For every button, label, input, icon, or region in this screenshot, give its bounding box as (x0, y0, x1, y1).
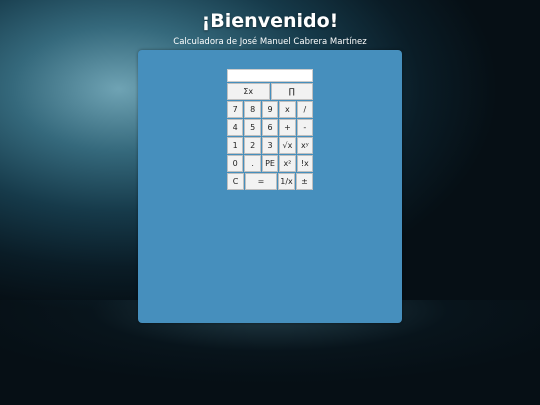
digit-7-button[interactable]: 7 (227, 101, 244, 118)
digit-3-button[interactable]: 3 (261, 137, 279, 154)
main-panel: Σx ∏ 7 8 9 x / 4 5 6 + - 1 2 3 √x xʸ 0 .… (138, 50, 402, 323)
equals-button[interactable]: = (245, 173, 277, 190)
decimal-point-button[interactable]: . (244, 155, 261, 172)
digit-9-button[interactable]: 9 (261, 101, 279, 118)
add-button[interactable]: + (279, 119, 296, 136)
multiply-button[interactable]: x (279, 101, 296, 118)
pe-button[interactable]: PE (261, 155, 279, 172)
clear-button[interactable]: C (227, 173, 244, 190)
keypad-row: 0 . PE x² !x (227, 155, 314, 172)
digit-2-button[interactable]: 2 (244, 137, 261, 154)
factorial-button[interactable]: !x (296, 155, 314, 172)
page-title: ¡Bienvenido! (201, 10, 339, 32)
keypad-row: 7 8 9 x / (227, 101, 314, 118)
keypad-row: 1 2 3 √x xʸ (227, 137, 314, 154)
square-button[interactable]: x² (279, 155, 296, 172)
digit-5-button[interactable]: 5 (244, 119, 261, 136)
digit-4-button[interactable]: 4 (227, 119, 244, 136)
keypad-row: C = 1/x ± (227, 173, 313, 190)
power-button[interactable]: xʸ (296, 137, 314, 154)
square-root-button[interactable]: √x (279, 137, 296, 154)
digit-6-button[interactable]: 6 (261, 119, 279, 136)
page-subtitle: Calculadora de José Manuel Cabrera Martí… (173, 37, 367, 47)
calculator: Σx ∏ 7 8 9 x / 4 5 6 + - 1 2 3 √x xʸ 0 .… (227, 69, 314, 191)
keypad-row: 4 5 6 + - (227, 119, 314, 136)
divide-button[interactable]: / (296, 101, 314, 118)
digit-0-button[interactable]: 0 (227, 155, 244, 172)
subtract-button[interactable]: - (296, 119, 314, 136)
keypad-row: Σx ∏ (227, 83, 313, 100)
digit-8-button[interactable]: 8 (244, 101, 261, 118)
product-button[interactable]: ∏ (270, 83, 313, 100)
calculator-display[interactable] (227, 69, 313, 82)
digit-1-button[interactable]: 1 (227, 137, 244, 154)
sum-button[interactable]: Σx (227, 83, 270, 100)
reciprocal-button[interactable]: 1/x (278, 173, 295, 190)
plus-minus-button[interactable]: ± (296, 173, 313, 190)
